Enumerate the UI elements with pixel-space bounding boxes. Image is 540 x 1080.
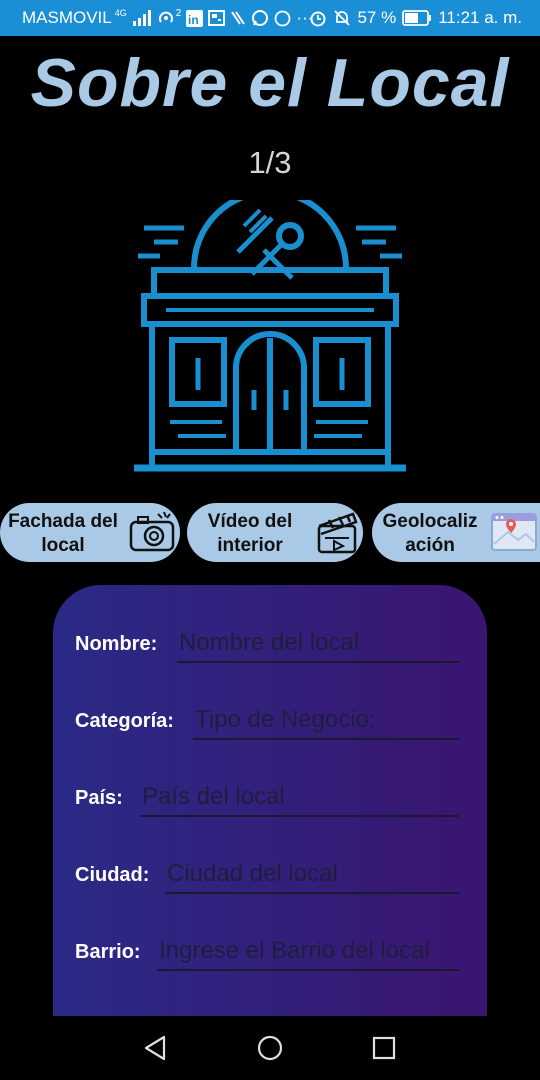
page-title: Sobre el Local <box>30 45 510 121</box>
svg-text:in: in <box>188 13 199 27</box>
battery-icon <box>402 10 432 26</box>
network-type: 4G <box>114 8 127 18</box>
step-indicator: 1/3 <box>248 145 292 180</box>
facade-photo-button[interactable]: Fachada del local <box>0 503 180 562</box>
ciudad-input[interactable] <box>165 856 459 894</box>
geolocation-button[interactable]: Geolocaliz ación <box>372 503 540 562</box>
form-row-ciudad: Ciudad: <box>75 856 465 896</box>
nombre-input[interactable] <box>177 625 459 663</box>
barrio-input[interactable] <box>157 933 459 971</box>
alarm-icon <box>310 11 326 27</box>
status-left: MASMOVIL 4G 2 in ··· <box>22 8 313 28</box>
categoria-label: Categoría: <box>75 710 174 732</box>
recents-square-icon <box>372 1036 396 1060</box>
form-row-barrio: Barrio: <box>75 933 465 973</box>
pais-label: País: <box>75 787 123 809</box>
barrio-label: Barrio: <box>75 941 141 963</box>
recents-button[interactable] <box>362 1026 406 1070</box>
clock: 11:21 a. m. <box>438 8 522 27</box>
back-triangle-icon <box>144 1035 166 1061</box>
status-right: 57 % 11:21 a. m. <box>309 8 522 28</box>
nfc-icon <box>231 11 246 25</box>
local-info-form: Nombre: Categoría: País: Ciudad: Barrio: <box>53 585 487 1025</box>
categoria-input[interactable] <box>193 702 459 740</box>
camera-icon <box>129 511 175 552</box>
mute-icon <box>334 10 351 26</box>
battery-percent: 57 % <box>357 8 397 27</box>
carrier-name: MASMOVIL <box>22 8 112 27</box>
back-button[interactable] <box>133 1026 177 1070</box>
map-pin-window-icon <box>491 513 537 551</box>
signal-icon <box>132 10 151 26</box>
linkedin-icon: in <box>186 9 204 27</box>
news-icon <box>208 10 226 26</box>
circle-icon <box>274 10 291 26</box>
status-bar: MASMOVIL 4G 2 in ··· 57 % 11:21 a. m. <box>0 0 540 36</box>
clapperboard-icon <box>317 512 358 554</box>
hotspot-count: 2 <box>175 8 182 19</box>
home-circle-icon <box>257 1035 283 1061</box>
form-row-pais: País: <box>75 779 465 819</box>
ciudad-label: Ciudad: <box>75 864 150 886</box>
geolocation-label: Geolocaliz ación <box>382 511 478 556</box>
restaurant-storefront-icon <box>134 200 406 472</box>
nombre-label: Nombre: <box>75 633 158 655</box>
whatsapp-icon <box>252 10 269 26</box>
interior-video-button[interactable]: Vídeo del interior <box>187 503 363 562</box>
system-navigation-bar <box>0 1016 540 1080</box>
form-row-nombre: Nombre: <box>75 625 465 665</box>
pais-input[interactable] <box>140 779 459 817</box>
hotspot-icon <box>158 11 173 23</box>
form-row-categoria: Categoría: <box>75 702 465 742</box>
facade-label: Fachada del local <box>8 511 118 556</box>
interior-label: Vídeo del interior <box>207 511 293 556</box>
home-button[interactable] <box>248 1026 292 1070</box>
